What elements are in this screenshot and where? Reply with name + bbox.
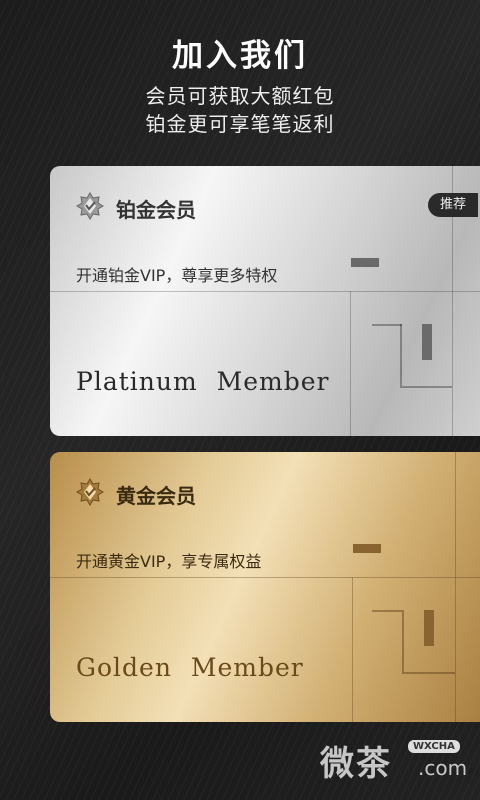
card-divider xyxy=(50,577,480,578)
golden-member-card[interactable]: 黄金会员 开通黄金VIP，享专属权益 Golden Member xyxy=(50,452,480,722)
platinum-card-english-title: Platinum Member xyxy=(76,367,330,396)
decor-bar xyxy=(424,610,434,646)
platinum-card-description: 开通铂金VIP，尊享更多特权 xyxy=(76,266,278,285)
decor-dash xyxy=(353,544,381,553)
decor-bar xyxy=(422,324,432,360)
golden-card-english-title: Golden Member xyxy=(76,653,304,682)
page-subtitle-1: 会员可获取大额红包 xyxy=(145,84,335,108)
card-divider xyxy=(352,577,353,722)
page-title: 加入我们 xyxy=(172,38,308,74)
card-divider xyxy=(50,291,480,292)
decor-line xyxy=(372,610,402,612)
page-subtitle-2: 铂金更可享笔笔返利 xyxy=(145,112,335,136)
golden-card-description: 开通黄金VIP，享专属权益 xyxy=(76,552,262,571)
watermark-domain: .com xyxy=(418,756,468,780)
platinum-card-title: 铂金会员 xyxy=(116,198,196,222)
watermark-tag: WXCHA xyxy=(408,740,460,753)
platinum-badge-icon xyxy=(76,192,104,220)
decor-dash xyxy=(351,258,379,267)
decor-line xyxy=(372,324,402,326)
platinum-member-card[interactable]: 铂金会员 推荐 开通铂金VIP，尊享更多特权 Platinum Member xyxy=(50,166,480,436)
card-divider xyxy=(350,291,351,436)
golden-card-title: 黄金会员 xyxy=(116,484,196,508)
watermark-logo-text: 微茶 xyxy=(320,744,392,784)
site-watermark: 微茶 WXCHA .com xyxy=(320,736,480,786)
golden-badge-icon xyxy=(76,478,104,506)
card-divider xyxy=(455,452,456,722)
recommended-badge: 推荐 xyxy=(427,193,478,217)
